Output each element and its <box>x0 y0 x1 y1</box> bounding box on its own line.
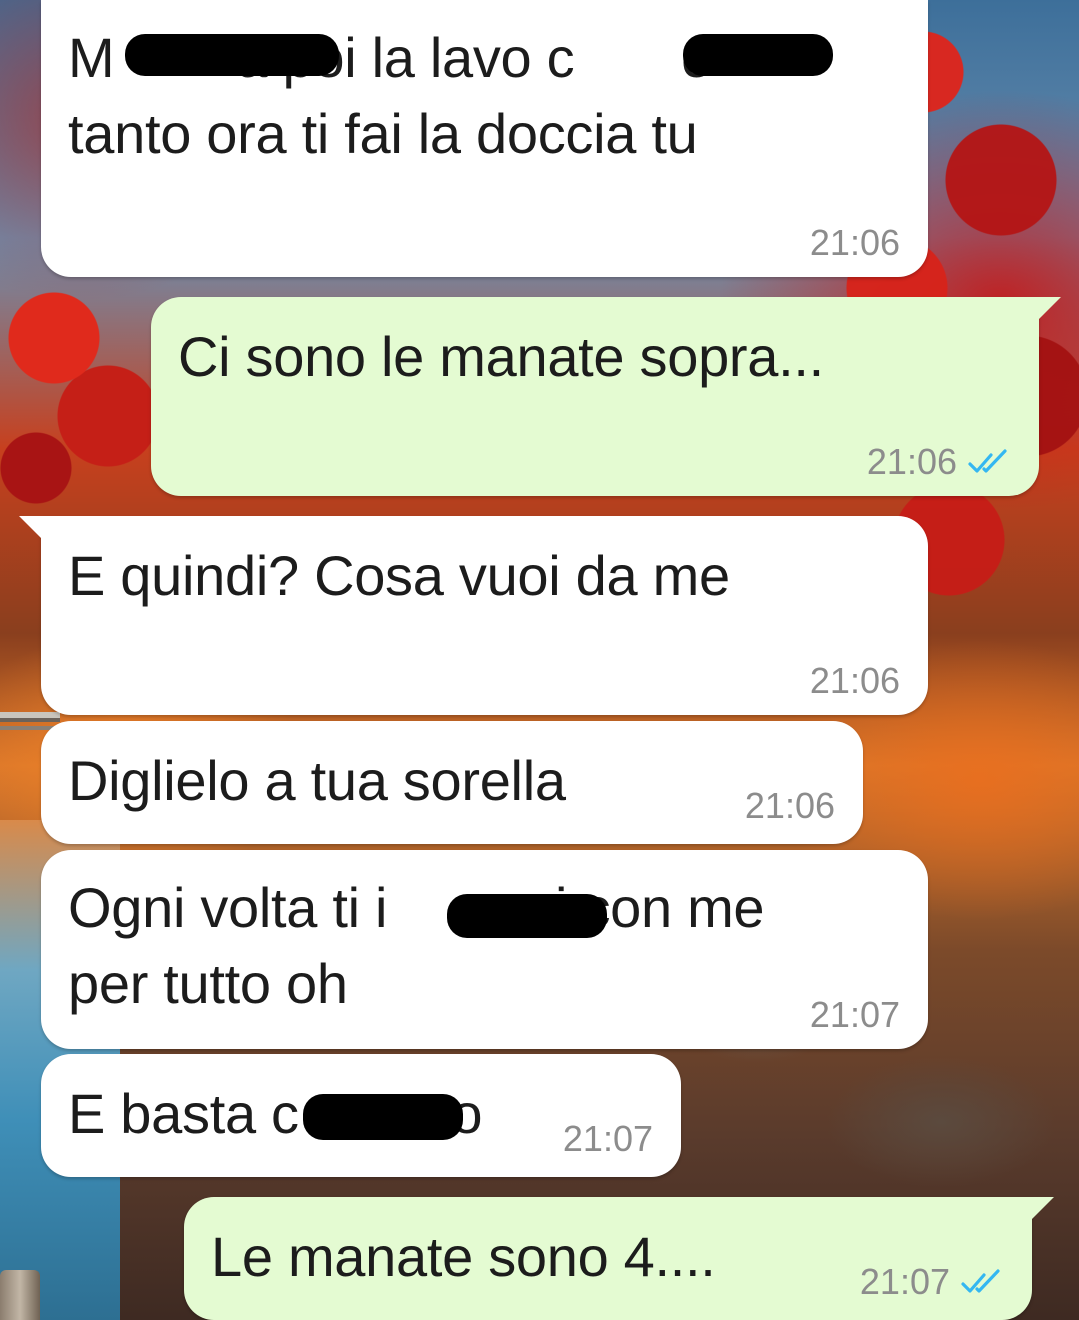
bubble-tail <box>1039 297 1061 319</box>
incoming-message[interactable]: Diglielo a tua sorella 21:06 <box>41 721 863 844</box>
message-time: 21:06 <box>866 441 957 482</box>
bubble-tail <box>1032 1197 1054 1219</box>
message-time: 21:07 <box>859 1261 950 1302</box>
message-time: 21:07 <box>562 1118 653 1159</box>
redaction-mark <box>303 1094 463 1140</box>
redaction-mark <box>447 894 607 938</box>
bubble-tail <box>19 516 41 538</box>
outgoing-message[interactable]: Le manate sono 4.... 21:07 <box>184 1197 1054 1320</box>
message-list[interactable]: M a poi la lavo c o tanto ora ti fai la … <box>0 0 1079 1320</box>
incoming-message[interactable]: E quindi? Cosa vuoi da me 21:06 <box>19 516 928 715</box>
message-meta: 21:06 <box>745 786 835 826</box>
outgoing-message[interactable]: Ci sono le manate sopra... 21:06 <box>151 297 1061 496</box>
message-meta: 21:07 <box>860 1262 1004 1302</box>
message-meta: 21:06 <box>810 661 900 701</box>
message-meta: 21:06 <box>867 442 1011 482</box>
incoming-message[interactable]: Ogni volta ti i i con me per tutto oh 21… <box>41 850 928 1049</box>
message-time: 21:06 <box>744 785 835 826</box>
message-text: Diglielo a tua sorella <box>68 749 566 812</box>
message-time: 21:06 <box>809 660 900 701</box>
double-check-read-icon <box>968 449 1007 473</box>
message-text: Ogni volta ti i i con me per tutto oh <box>68 876 765 1015</box>
message-text: Ci sono le manate sopra... <box>178 325 824 388</box>
redaction-mark <box>683 34 833 76</box>
double-check-read-icon <box>961 1269 1000 1293</box>
message-time: 21:07 <box>809 994 900 1035</box>
message-meta: 21:07 <box>563 1119 653 1159</box>
message-time: 21:06 <box>809 222 900 263</box>
incoming-message[interactable]: M a poi la lavo c o tanto ora ti fai la … <box>41 0 928 277</box>
message-meta: 21:07 <box>810 995 900 1035</box>
incoming-message[interactable]: E basta c o 21:07 <box>41 1054 681 1177</box>
redaction-mark <box>125 34 339 76</box>
message-text: E quindi? Cosa vuoi da me <box>68 544 730 607</box>
message-meta: 21:06 <box>810 223 900 263</box>
